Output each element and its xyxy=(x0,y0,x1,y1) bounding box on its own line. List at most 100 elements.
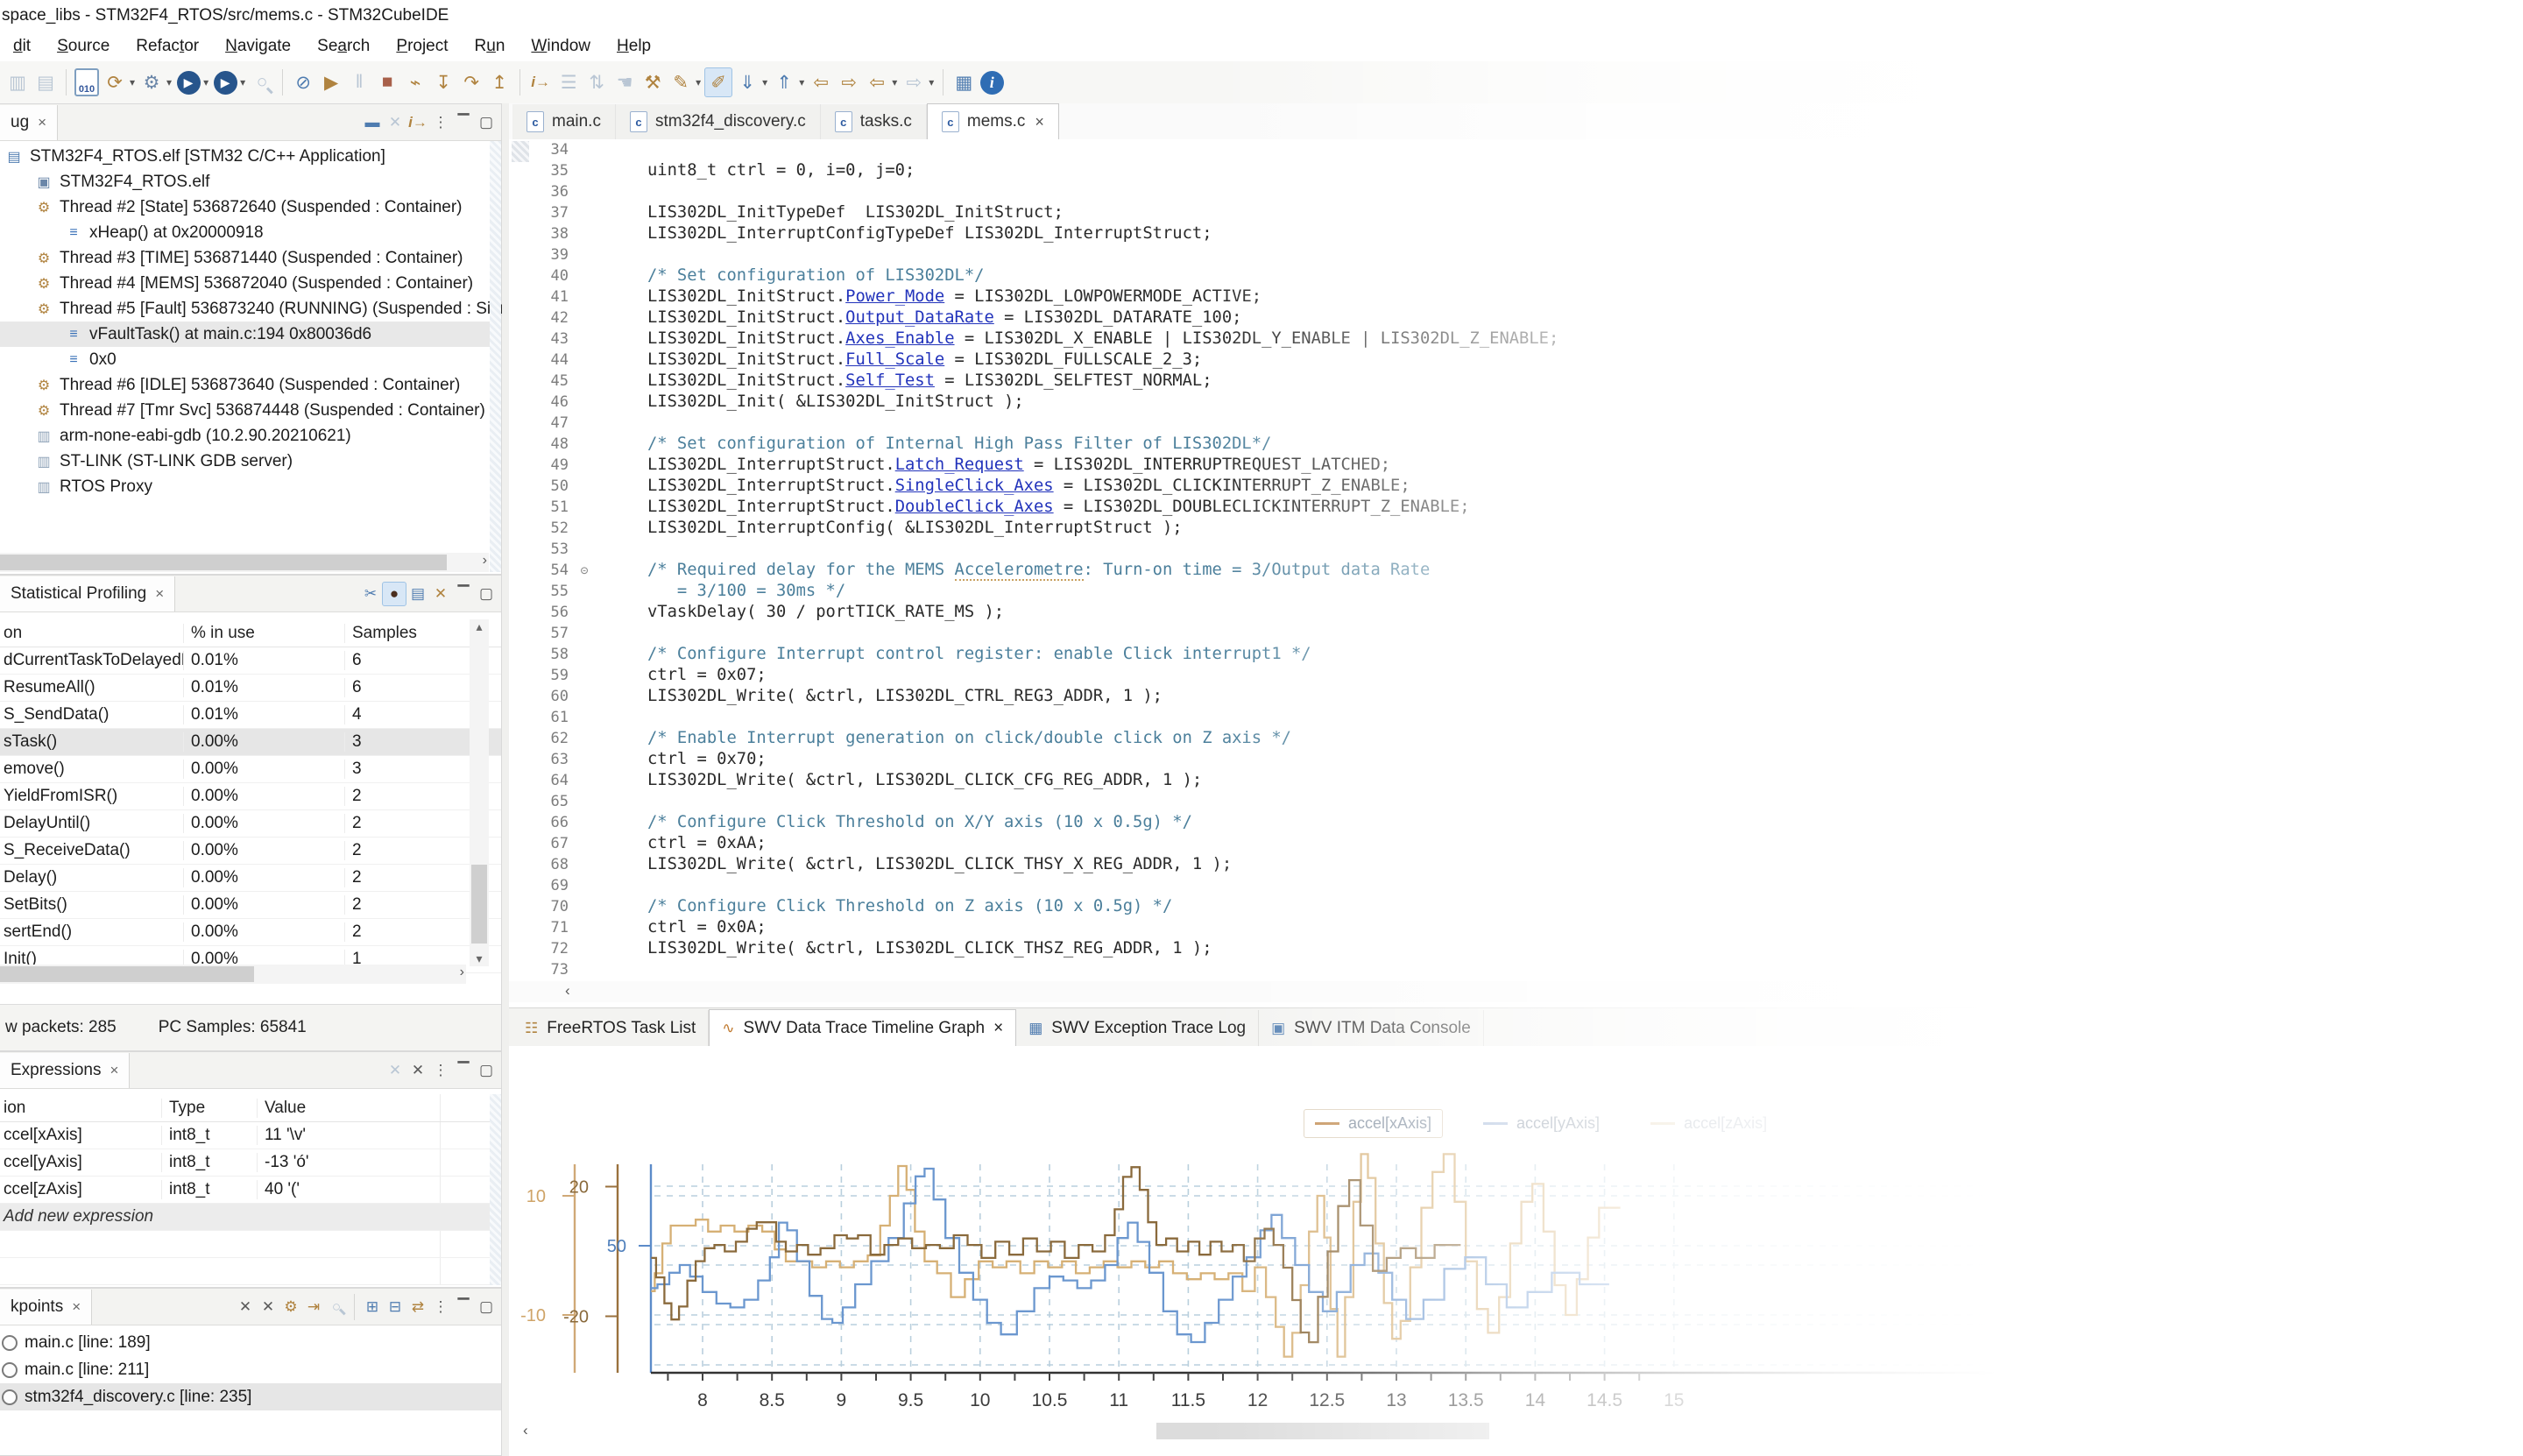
tree-item[interactable]: ▥arm-none-eabi-gdb (10.2.90.20210621) xyxy=(0,423,501,449)
code-area[interactable]: 3435uint8_t ctrl = 0, i=0, j=0;3637LIS30… xyxy=(509,139,2523,979)
table-row[interactable]: dCurrentTaskToDelayedL...0.01%6 xyxy=(0,647,501,675)
dropdown-chevron-icon[interactable]: ▾ xyxy=(799,76,804,88)
bottom-tab-swv-data-trace-timeline-graph[interactable]: ∿SWV Data Trace Timeline Graph× xyxy=(709,1009,1016,1047)
open-element-icon[interactable]: ✎ xyxy=(668,68,694,96)
view-menu-icon[interactable]: ⋮ xyxy=(429,111,452,134)
minimize-icon[interactable]: ▔ xyxy=(452,1059,475,1082)
expressions-scroll-track[interactable] xyxy=(490,1094,501,1285)
tab-debug[interactable]: ug × xyxy=(0,105,58,140)
tree-item[interactable]: ⚙Thread #5 [Fault] 536873240 (RUNNING) (… xyxy=(0,296,501,322)
profiling-hscrollbar[interactable]: › xyxy=(0,965,466,984)
close-icon[interactable]: × xyxy=(1035,113,1044,131)
tree-item[interactable]: ⚙Thread #6 [IDLE] 536873640 (Suspended :… xyxy=(0,372,501,398)
expression-row[interactable]: ccel[xAxis]int8_t11 '\v' xyxy=(0,1122,501,1149)
step-over-icon[interactable]: ↷ xyxy=(458,68,484,96)
step-into-icon[interactable]: ↧ xyxy=(430,68,456,96)
maximize-icon[interactable]: ▢ xyxy=(475,1296,498,1318)
pin-debug-icon[interactable]: ☚ xyxy=(611,68,638,96)
fold-marker-collapsed[interactable]: ⊝ xyxy=(574,560,595,581)
breakpoint-item[interactable]: main.c [line: 211] xyxy=(0,1356,501,1383)
tree-item[interactable]: ▥RTOS Proxy xyxy=(0,474,501,499)
scroll-left-icon[interactable]: ‹ xyxy=(523,1422,528,1439)
menu-item-search[interactable]: Search xyxy=(304,35,383,58)
dropdown-chevron-icon[interactable]: ▾ xyxy=(762,76,767,88)
skip-all-breakpoints-icon[interactable]: ⊘ xyxy=(290,68,316,96)
remove-all-icon[interactable]: ✕ xyxy=(406,1059,429,1082)
minimize-icon[interactable]: ▔ xyxy=(452,583,475,605)
debug-bug-icon[interactable]: ⚙ xyxy=(138,68,165,96)
table-row[interactable]: Delay()0.00%2 xyxy=(0,865,501,892)
instruction-stepping-icon[interactable]: i→ xyxy=(406,111,429,134)
next-annotation-icon[interactable]: ⇓ xyxy=(734,68,760,96)
table-row[interactable]: S_SendData()0.01%4 xyxy=(0,702,501,729)
go-to-file-icon[interactable]: ⇥ xyxy=(302,1296,325,1318)
table-row[interactable]: S_ReceiveData()0.00%2 xyxy=(0,838,501,865)
remove-all-icon[interactable]: ✕ xyxy=(257,1296,279,1318)
menu-item-dit[interactable]: dit xyxy=(0,35,44,58)
editor-tab-tasks-c[interactable]: ctasks.c xyxy=(821,104,927,139)
terminate-icon[interactable]: ■ xyxy=(374,68,400,96)
table-row[interactable]: YieldFromISR()0.00%2 xyxy=(0,783,501,810)
dropdown-chevron-icon[interactable]: ▾ xyxy=(130,76,135,88)
trace-toggle-icon[interactable]: ⇅ xyxy=(583,68,610,96)
bottom-tab-swv-itm-data-console[interactable]: ▣SWV ITM Data Console xyxy=(1259,1010,1484,1047)
legend-item[interactable]: accel[zAxis] xyxy=(1640,1110,1777,1137)
table-row[interactable]: SetBits()0.00%2 xyxy=(0,892,501,919)
scroll-down-icon[interactable]: ▾ xyxy=(470,951,489,966)
tab-expressions[interactable]: Expressions × xyxy=(0,1053,130,1088)
bottom-tab-swv-exception-trace-log[interactable]: ▦SWV Exception Trace Log xyxy=(1016,1010,1259,1047)
remove-icon[interactable]: ✕ xyxy=(384,1059,406,1082)
tree-item[interactable]: ≡xHeap() at 0x20000918 xyxy=(0,220,501,245)
scrollbar-thumb[interactable] xyxy=(1156,1423,1489,1439)
view-menu-icon[interactable]: ⋮ xyxy=(429,1296,452,1318)
search-icon[interactable]: ○ xyxy=(249,68,275,96)
scrollbar-thumb[interactable] xyxy=(0,966,254,982)
configure-icon[interactable]: ✂ xyxy=(359,583,382,605)
suspend-icon[interactable]: ‖ xyxy=(346,68,372,96)
view-menu-icon[interactable]: ⋮ xyxy=(429,1059,452,1082)
editor-tab-main-c[interactable]: cmain.c xyxy=(512,104,616,139)
scrollbar-thumb[interactable] xyxy=(0,555,447,570)
scrollbar-thumb[interactable] xyxy=(471,865,487,944)
maximize-icon[interactable]: ▢ xyxy=(475,1059,498,1082)
tab-breakpoints[interactable]: kpoints × xyxy=(0,1290,92,1325)
instruction-stepping-icon[interactable]: i→ xyxy=(527,68,554,96)
tree-item[interactable]: ⚙Thread #2 [State] 536872640 (Suspended … xyxy=(0,194,501,220)
maximize-icon[interactable]: ▢ xyxy=(475,583,498,605)
tree-item[interactable]: ⚙Thread #7 [Tmr Svc] 536874448 (Suspende… xyxy=(0,398,501,423)
dropdown-chevron-icon[interactable]: ▾ xyxy=(240,76,245,88)
previous-annotation-icon[interactable]: ⇑ xyxy=(771,68,797,96)
column-header-value[interactable]: Value xyxy=(257,1099,440,1118)
table-row[interactable]: sTask()0.00%3 xyxy=(0,729,501,756)
open-perspective-icon[interactable]: ▦ xyxy=(951,68,977,96)
tree-item[interactable]: ▥ST-LINK (ST-LINK GDB server) xyxy=(0,449,501,474)
close-icon[interactable]: × xyxy=(110,1062,119,1079)
table-row[interactable]: sertEnd()0.00%2 xyxy=(0,919,501,946)
table-row[interactable]: emove()0.00%3 xyxy=(0,756,501,783)
editor-tab-mems-c[interactable]: cmems.c× xyxy=(927,103,1059,139)
expression-row[interactable]: ccel[zAxis]int8_t40 '(' xyxy=(0,1177,501,1204)
debug-hscrollbar[interactable]: › xyxy=(0,553,489,572)
back-history-icon[interactable]: ⇦ xyxy=(864,68,890,96)
bottom-tab-freertos-task-list[interactable]: ☷FreeRTOS Task List xyxy=(512,1010,709,1047)
debug-scroll-track[interactable] xyxy=(490,141,501,572)
scroll-right-icon[interactable]: › xyxy=(460,965,464,980)
column-header-type[interactable]: Type xyxy=(161,1099,257,1118)
tree-item[interactable]: ≡vFaultTask() at main.c:194 0x80036d6 xyxy=(0,322,501,347)
profiling-vscrollbar[interactable]: ▴ ▾ xyxy=(470,619,489,966)
menu-item-refactor[interactable]: Refactor xyxy=(123,35,212,58)
legend-item[interactable]: accel[xAxis] xyxy=(1304,1109,1443,1138)
mark-occurrences-icon[interactable]: ✐ xyxy=(704,67,732,97)
disconnect-icon[interactable]: ⌁ xyxy=(402,68,428,96)
tree-item[interactable]: ⚙Thread #3 [TIME] 536871440 (Suspended :… xyxy=(0,245,501,271)
menu-item-window[interactable]: Window xyxy=(518,35,604,58)
menu-item-source[interactable]: Source xyxy=(44,35,123,58)
save-icon[interactable]: ▥ xyxy=(4,68,31,96)
breakpoint-item[interactable]: main.c [line: 189] xyxy=(0,1329,501,1356)
tree-item[interactable]: ▣STM32F4_RTOS.elf xyxy=(0,169,501,194)
disconnect-icon[interactable]: ✕ xyxy=(384,111,406,134)
breakpoint-item[interactable]: stm32f4_discovery.c [line: 235] xyxy=(0,1383,501,1410)
tree-item[interactable]: ⚙Thread #4 [MEMS] 536872040 (Suspended :… xyxy=(0,271,501,296)
tree-item[interactable]: ≡0x0 xyxy=(0,347,501,372)
menu-item-run[interactable]: Run xyxy=(462,35,519,58)
